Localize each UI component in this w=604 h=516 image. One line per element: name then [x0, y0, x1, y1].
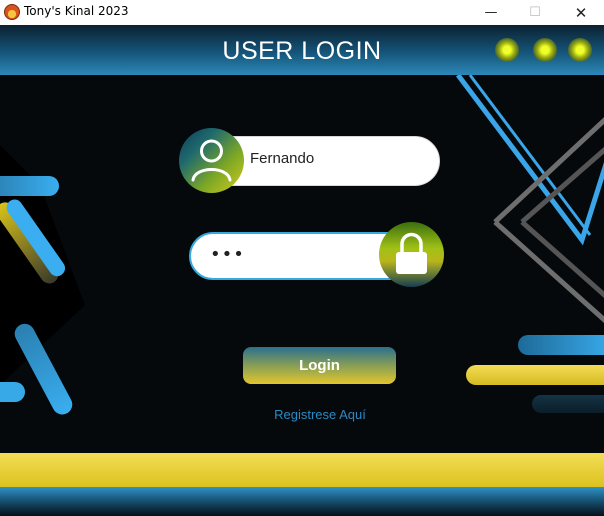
user-icon [179, 128, 244, 193]
close-button[interactable]: ✕ [558, 0, 604, 25]
decor-pill [0, 176, 59, 196]
minimize-button[interactable]: — [468, 0, 514, 25]
footer-band-yellow [0, 453, 604, 487]
maximize-button[interactable]: ☐ [512, 0, 558, 25]
window-title-bar: Tony's Kinal 2023 — ☐ ✕ [0, 0, 604, 25]
status-dot-icon [495, 38, 519, 62]
decor-pill [518, 335, 604, 355]
decor-pill [466, 365, 604, 385]
password-value: ••• [210, 244, 245, 265]
decor-pill [0, 382, 25, 402]
status-dot-icon [568, 38, 592, 62]
header-bar: USER LOGIN [0, 25, 604, 75]
username-value: Fernando [250, 150, 315, 167]
login-button[interactable]: Login [243, 347, 396, 384]
status-dot-icon [533, 38, 557, 62]
footer-band-blue [0, 487, 604, 516]
window-title: Tony's Kinal 2023 [24, 4, 129, 18]
register-link[interactable]: Registrese Aquí [0, 407, 604, 422]
lock-icon [379, 222, 444, 287]
app-logo-icon [4, 4, 20, 20]
login-screen: USER LOGIN Fernando ••• Login Registrese… [0, 25, 604, 516]
